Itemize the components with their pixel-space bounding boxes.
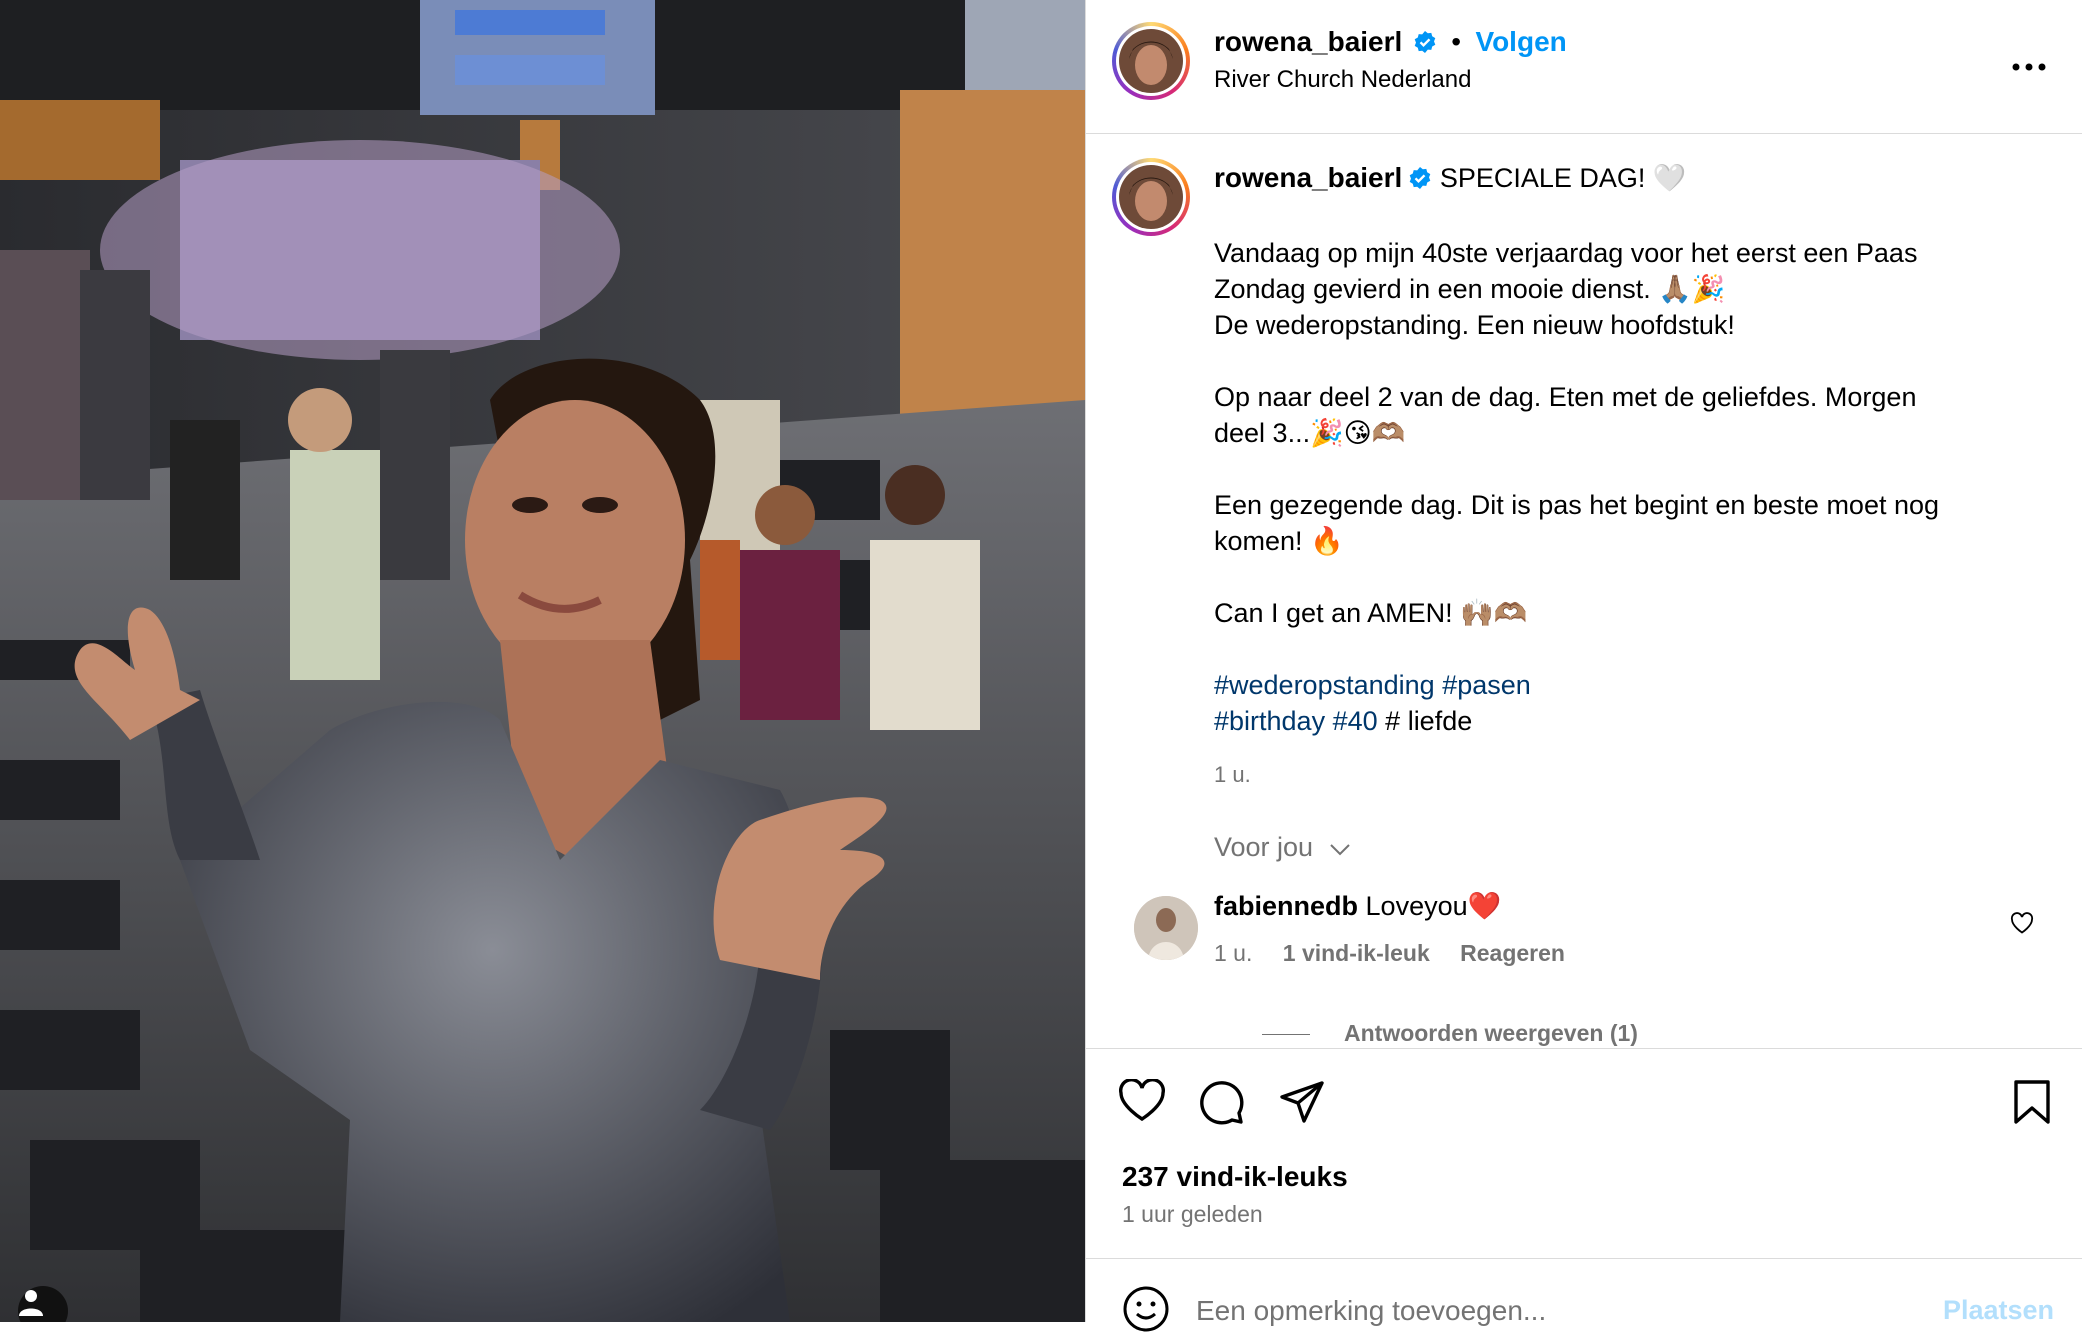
caption-author-photo [1119, 165, 1183, 229]
caption-line: deel 3...🎉😘🫶🏽 [1214, 418, 1406, 448]
separator-dot: • [1451, 26, 1462, 57]
location-link[interactable]: River Church Nederland [1214, 66, 1471, 94]
caption-line: Zondag gevierd in een mooie dienst. 🙏🏽🎉 [1214, 274, 1726, 304]
caption-line: De wederopstanding. Een nieuw hoofdstuk! [1214, 310, 1735, 340]
caption-line: Vandaag op mijn 40ste verjaardag voor he… [1214, 238, 1918, 268]
caption-title: SPECIALE DAG! 🤍 [1439, 163, 1687, 193]
post-sidebar: rowena_baierl • Volgen River Church Nede… [1085, 0, 2082, 1332]
action-bar: 237 vind-ik-leuks 1 uur geleden [1086, 1048, 2082, 1259]
header-title-row: rowena_baierl • Volgen [1214, 26, 1567, 59]
instagram-post: rowena_baierl • Volgen River Church Nede… [0, 0, 2082, 1332]
comment-time[interactable]: 1 u. [1214, 940, 1252, 966]
comment-input[interactable]: Een opmerking toevoegen... [1196, 1295, 1546, 1327]
author-username[interactable]: rowena_baierl [1214, 26, 1402, 57]
voor-jou-label: Voor jou [1214, 832, 1314, 862]
voor-jou-dropdown[interactable]: Voor jou [1214, 832, 1351, 864]
add-comment-bar: Een opmerking toevoegen... Plaatsen [1086, 1258, 2082, 1332]
post-comment-button[interactable]: Plaatsen [1943, 1295, 2054, 1326]
view-replies-label: Antwoorden weergeven (1) [1344, 1020, 1638, 1046]
photo-scene [0, 0, 1085, 1322]
emoji-smiley-icon[interactable] [1122, 1285, 1170, 1338]
comment-meta: 1 u. 1 vind-ik-leuk Reageren [1214, 940, 1565, 967]
view-replies-button[interactable]: Antwoorden weergeven (1) [1262, 1020, 1638, 1047]
replies-divider [1262, 1034, 1310, 1036]
caption-username[interactable]: rowena_baierl [1214, 162, 1402, 193]
hashtag-link[interactable]: #birthday [1214, 706, 1325, 736]
follow-button[interactable]: Volgen [1475, 26, 1566, 57]
comment-body: Loveyou❤️ [1365, 891, 1502, 921]
caption-tail: # liefde [1385, 706, 1473, 736]
caption-verified-badge-icon [1408, 163, 1432, 199]
post-photo[interactable] [0, 0, 1085, 1322]
chevron-down-icon [1329, 833, 1351, 864]
caption-line: Can I get an AMEN! 🙌🏽🫶🏽 [1214, 598, 1528, 628]
commenter-avatar[interactable] [1134, 896, 1198, 960]
caption-line: Op naar deel 2 van de dag. Eten met de g… [1214, 382, 1917, 412]
likes-count[interactable]: 237 vind-ik-leuks [1122, 1161, 1348, 1193]
post-caption: rowena_baierl SPECIALE DAG! 🤍 Vandaag op… [1214, 160, 2034, 793]
comment-likes[interactable]: 1 vind-ik-leuk [1283, 940, 1430, 966]
caption-avatar[interactable] [1112, 158, 1190, 236]
save-bookmark-icon[interactable] [2012, 1079, 2052, 1130]
caption-time[interactable]: 1 u. [1214, 757, 2034, 793]
hashtag-link[interactable]: #wederopstanding [1214, 670, 1435, 700]
caption-line: komen! 🔥 [1214, 526, 1344, 556]
author-photo [1119, 29, 1183, 93]
post-header: rowena_baierl • Volgen River Church Nede… [1086, 0, 2082, 134]
comment-like-heart-icon[interactable] [2010, 912, 2034, 939]
reply-button[interactable]: Reageren [1460, 940, 1565, 966]
comment-bubble-icon[interactable] [1198, 1079, 1246, 1132]
author-avatar[interactable] [1112, 22, 1190, 100]
hashtag-link[interactable]: #40 [1333, 706, 1378, 736]
commenter-username[interactable]: fabiennedb [1214, 891, 1358, 921]
hashtag-link[interactable]: #pasen [1442, 670, 1531, 700]
post-timestamp[interactable]: 1 uur geleden [1122, 1201, 1263, 1228]
comment-text: fabiennedb Loveyou❤️ [1214, 890, 1501, 922]
verified-badge-icon [1413, 30, 1437, 59]
caption-line: Een gezegende dag. Dit is pas het begint… [1214, 490, 1940, 520]
share-paper-plane-icon[interactable] [1278, 1079, 1326, 1132]
like-heart-icon[interactable] [1118, 1078, 1166, 1128]
more-options-icon[interactable] [2012, 48, 2046, 71]
